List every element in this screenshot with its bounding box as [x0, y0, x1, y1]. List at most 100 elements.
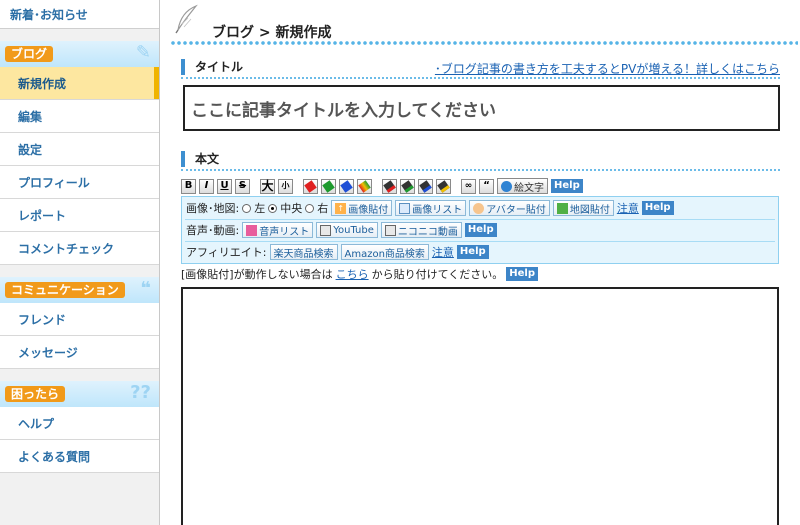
paste-note-text: [画像貼付]が動作しない場合は	[181, 268, 333, 281]
paste-fallback-link[interactable]: こちら	[336, 266, 369, 282]
audio-list-button[interactable]: 音声リスト	[242, 222, 314, 238]
sidebar-item-help[interactable]: ヘルプ	[0, 407, 159, 440]
text-color-blue-icon[interactable]	[339, 178, 354, 194]
title-section-divider	[181, 77, 780, 79]
sidebar-item-news[interactable]: 新着･お知らせ	[0, 0, 159, 29]
strikethrough-button[interactable]: S	[235, 178, 250, 194]
sidebar-item-faq[interactable]: よくある質問	[0, 440, 159, 473]
sidebar-item-friends[interactable]: フレンド	[0, 303, 159, 336]
affiliate-row: アフィリエイト: 楽天商品検索 Amazon商品検索 注意 Help	[186, 243, 489, 261]
audio-list-label: 音声リスト	[259, 226, 310, 238]
image-map-label: 画像･地図:	[186, 202, 240, 215]
paste-note-text-after: から貼り付けてください。	[371, 268, 504, 281]
sidebar: 新着･お知らせ ブログ ✎ 新規作成 編集 設定 プロフィール レポート コメン…	[0, 0, 160, 525]
sidebar-item-edit[interactable]: 編集	[0, 100, 159, 133]
image-help-button[interactable]: Help	[641, 201, 674, 215]
amazon-search-button[interactable]: Amazon商品検索	[340, 244, 429, 260]
speech-bubble-icon: ❝	[140, 278, 151, 299]
text-color-palette-icon[interactable]	[357, 178, 372, 194]
sidebar-spacer	[0, 369, 159, 381]
align-center-label: 中央	[280, 202, 303, 215]
quill-pen-icon	[175, 4, 198, 34]
video-icon	[384, 224, 396, 236]
highlight-palette-icon[interactable]	[436, 178, 451, 194]
map-paste-label: 地図貼付	[569, 204, 610, 216]
avatar-paste-button[interactable]: アバター貼付	[469, 200, 550, 216]
font-small-button[interactable]: 小	[278, 178, 293, 194]
format-help-button[interactable]: Help	[551, 179, 583, 193]
image-list-label: 画像リスト	[412, 204, 463, 216]
image-list-button[interactable]: 画像リスト	[395, 200, 467, 216]
format-toolbar: B I U S 大 小 ∞ “ 絵文字 Help	[181, 178, 583, 194]
link-icon[interactable]: ∞	[461, 178, 476, 194]
affiliate-label: アフィリエイト:	[186, 246, 267, 259]
sidebar-spacer	[0, 265, 159, 277]
align-center-radio[interactable]	[268, 203, 278, 213]
title-input[interactable]: ここに記事タイトルを入力してください	[183, 85, 780, 131]
video-icon	[320, 224, 332, 236]
youtube-label: YouTube	[333, 224, 374, 236]
align-right-label: 右	[317, 202, 329, 215]
align-left-label: 左	[254, 202, 266, 215]
sidebar-item-settings[interactable]: 設定	[0, 133, 159, 166]
quote-button[interactable]: “	[479, 178, 494, 194]
highlight-blue-icon[interactable]	[418, 178, 433, 194]
bold-button[interactable]: B	[181, 178, 196, 194]
sidebar-item-comment-check[interactable]: コメントチェック	[0, 232, 159, 265]
paste-help-button[interactable]: Help	[506, 267, 539, 281]
highlight-red-icon[interactable]	[382, 178, 397, 194]
affiliate-caution-link[interactable]: 注意	[432, 244, 454, 260]
sidebar-item-messages[interactable]: メッセージ	[0, 336, 159, 369]
text-color-green-icon[interactable]	[321, 178, 336, 194]
map-paste-button[interactable]: 地図貼付	[552, 200, 614, 216]
writing-tips-link[interactable]: ･ブログ記事の書き方を工夫するとPVが増える！詳しくはこちら	[435, 60, 780, 77]
sidebar-heading-community: コミュニケーション ❝	[0, 277, 159, 303]
sidebar-heading-help: 困ったら ??	[0, 381, 159, 407]
paste-fallback-note: [画像貼付]が動作しない場合は こちら から貼り付けてください。 Help	[181, 266, 539, 282]
avatar-paste-label: アバター貼付	[486, 204, 546, 216]
body-section-heading: 本文	[181, 151, 219, 167]
emoji-button[interactable]: 絵文字	[497, 178, 548, 194]
page-header: ブログ > 新規作成	[170, 0, 798, 48]
italic-button[interactable]: I	[199, 178, 214, 194]
audio-video-help-button[interactable]: Help	[464, 223, 497, 237]
sidebar-item-profile[interactable]: プロフィール	[0, 166, 159, 199]
align-right-radio[interactable]	[305, 203, 315, 213]
image-map-row: 画像･地図: 左 中央 右 ↑ 画像貼付 画像リスト アバター貼付 地図貼付 注…	[186, 199, 674, 217]
feather-icon: ✎	[135, 42, 151, 63]
affiliate-help-button[interactable]: Help	[456, 245, 489, 259]
nicovideo-button[interactable]: ニコニコ動画	[380, 222, 462, 238]
sidebar-heading-label: ブログ	[5, 46, 54, 62]
sidebar-item-new-post[interactable]: 新規作成	[0, 67, 159, 100]
highlight-green-icon[interactable]	[400, 178, 415, 194]
row-divider	[185, 241, 775, 242]
sidebar-heading-blog: ブログ ✎	[0, 41, 159, 67]
youtube-button[interactable]: YouTube	[316, 222, 378, 238]
body-textarea[interactable]	[181, 287, 779, 525]
underline-button[interactable]: U	[217, 178, 232, 194]
sidebar-spacer	[0, 29, 159, 41]
emoji-globe-icon	[501, 180, 512, 192]
paste-image-label: 画像貼付	[348, 204, 389, 216]
main-content: ブログ > 新規作成 タイトル ･ブログ記事の書き方を工夫するとPVが増える！詳…	[160, 0, 800, 525]
title-section-heading: タイトル	[181, 59, 243, 75]
align-left-radio[interactable]	[242, 203, 252, 213]
audio-video-label: 音声･動画:	[186, 224, 240, 237]
speaker-icon	[246, 224, 258, 236]
image-caution-link[interactable]: 注意	[617, 200, 639, 216]
question-mark-icon: ??	[130, 382, 151, 403]
avatar-face-icon	[473, 202, 485, 214]
paste-image-button[interactable]: ↑ 画像貼付	[331, 200, 393, 216]
media-insert-panel: 画像･地図: 左 中央 右 ↑ 画像貼付 画像リスト アバター貼付 地図貼付 注…	[181, 196, 779, 264]
emoji-button-label: 絵文字	[514, 182, 544, 194]
upload-image-icon: ↑	[335, 202, 347, 214]
rakuten-search-button[interactable]: 楽天商品検索	[269, 244, 338, 260]
sidebar-heading-label: 困ったら	[5, 386, 66, 402]
map-pin-icon	[556, 202, 568, 214]
row-divider	[185, 219, 775, 220]
text-color-red-icon[interactable]	[303, 178, 318, 194]
nicovideo-label: ニコニコ動画	[397, 226, 458, 238]
font-large-button[interactable]: 大	[260, 178, 275, 194]
sidebar-item-report[interactable]: レポート	[0, 199, 159, 232]
sidebar-heading-label: コミュニケーション	[5, 282, 125, 298]
